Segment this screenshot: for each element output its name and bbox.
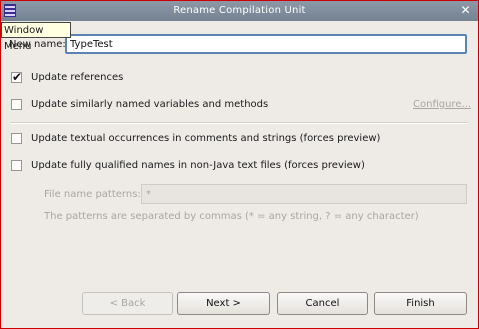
update-qualified-names-checkbox[interactable] bbox=[11, 160, 22, 171]
close-icon[interactable]: ✕ bbox=[459, 4, 472, 17]
update-references-checkbox[interactable]: ✔ bbox=[11, 70, 23, 84]
update-similar-names-checkbox[interactable] bbox=[11, 99, 22, 110]
rename-dialog: Rename Compilation Unit ✕ Window Menu Ne… bbox=[0, 0, 479, 329]
file-patterns-label: File name patterns: bbox=[44, 189, 141, 200]
title-bar[interactable]: Rename Compilation Unit ✕ bbox=[1, 1, 478, 21]
new-name-input[interactable] bbox=[65, 34, 467, 54]
patterns-hint: The patterns are separated by commas (* … bbox=[44, 211, 419, 222]
file-patterns-input[interactable] bbox=[141, 184, 467, 204]
update-textual-occurrences-checkbox[interactable] bbox=[11, 133, 22, 144]
configure-link[interactable]: Configure... bbox=[413, 99, 471, 110]
separator bbox=[10, 122, 468, 124]
finish-button[interactable]: Finish bbox=[374, 292, 467, 315]
update-similar-names-label[interactable]: Update similarly named variables and met… bbox=[31, 99, 268, 110]
cancel-button[interactable]: Cancel bbox=[277, 292, 368, 315]
window-title: Rename Compilation Unit bbox=[173, 5, 306, 16]
next-button[interactable]: Next > bbox=[177, 292, 270, 315]
update-references-label[interactable]: Update references bbox=[31, 72, 123, 83]
update-qualified-names-label[interactable]: Update fully qualified names in non-Java… bbox=[31, 160, 365, 171]
back-button[interactable]: < Back bbox=[82, 292, 173, 315]
update-textual-occurrences-label[interactable]: Update textual occurrences in comments a… bbox=[31, 133, 380, 144]
checkmark-icon: ✔ bbox=[12, 70, 23, 84]
window-menu-tooltip: Window Menu bbox=[1, 22, 71, 52]
